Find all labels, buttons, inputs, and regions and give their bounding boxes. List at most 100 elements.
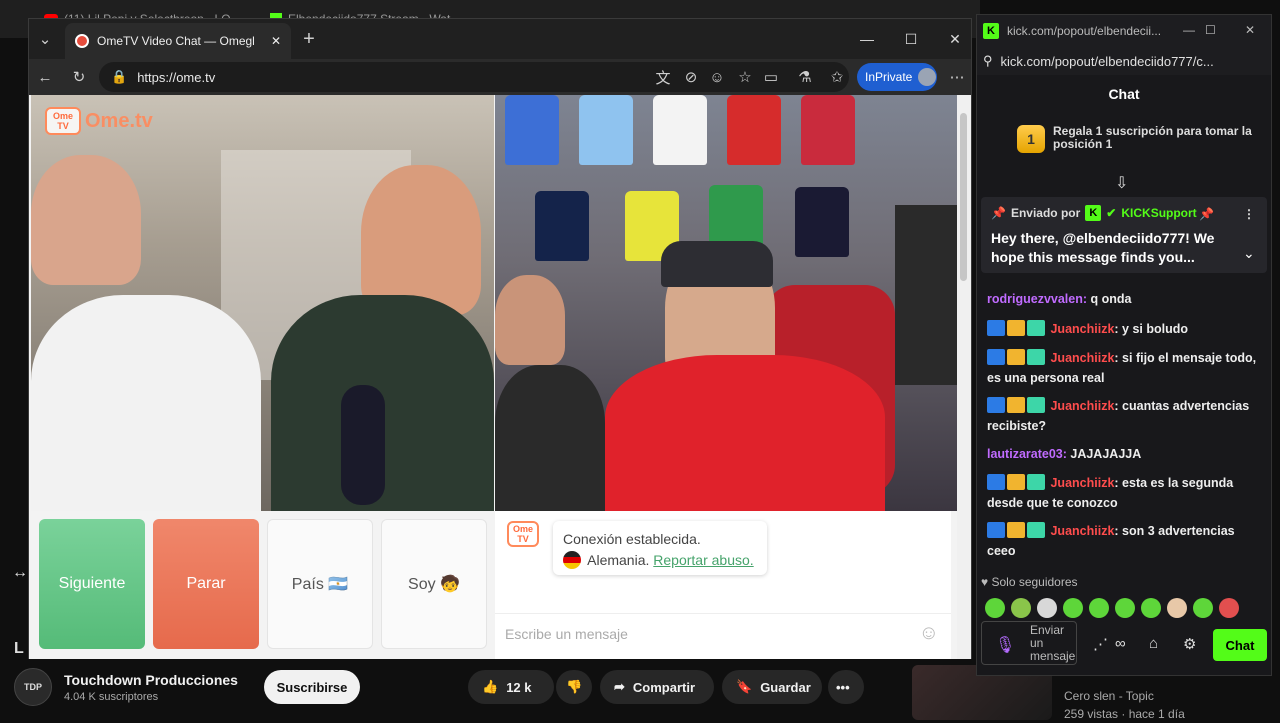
tab-ometv[interactable]: OmeTV Video Chat — Omegl ✕ xyxy=(65,23,291,59)
favorite-star-icon[interactable]: ☆ xyxy=(735,67,755,87)
kick-url-text[interactable]: kick.com/popout/elbendeciido777/c... xyxy=(1001,54,1214,69)
gift-text: Regala 1 suscripción para tomar la posic… xyxy=(1053,124,1252,151)
channel-name[interactable]: Touchdown Producciones xyxy=(64,672,238,688)
emote-icon[interactable] xyxy=(1219,598,1239,618)
status-connected: Conexión establecida. xyxy=(563,531,701,547)
chat-username[interactable]: Juanchiizk xyxy=(1050,524,1114,538)
kick-window-title: kick.com/popout/elbendecii... xyxy=(1007,24,1162,38)
close-window-button[interactable]: ✕ xyxy=(943,27,967,51)
share-button[interactable]: ➦ Compartir xyxy=(600,670,714,704)
save-button[interactable]: 🔖 Guardar xyxy=(722,670,822,704)
favorites-icon[interactable]: ✩ xyxy=(827,67,847,87)
collapse-chevron-icon[interactable]: ⇩ xyxy=(1115,173,1128,193)
chat-username[interactable]: lautizarate03: xyxy=(987,447,1067,461)
share-icon: ➦ xyxy=(614,679,625,694)
page-scrollbar[interactable] xyxy=(957,95,971,659)
extensions-icon[interactable]: ⚗ xyxy=(795,67,815,87)
dislike-button[interactable]: 👎 xyxy=(556,670,592,704)
pinned-message[interactable]: 📌 Enviado por K ✔ KICKSupport 📌 ⋮ Hey th… xyxy=(981,197,1267,273)
followers-only-notice: ♥ Solo seguidores xyxy=(981,575,1078,589)
minimize-button[interactable]: — xyxy=(1183,23,1195,37)
message-placeholder: Escribe un mensaje xyxy=(505,626,628,642)
chat-message: lautizarate03: JAJAJAJJA xyxy=(987,444,1257,464)
recommended-info: Cero slen - Topic 259 vistas · hace 1 dí… xyxy=(1064,687,1185,723)
inprivate-badge[interactable]: InPrivate xyxy=(857,63,937,91)
logo-badge: Ome TV xyxy=(45,107,81,135)
lock-icon: 🔒 xyxy=(111,69,128,84)
emote-icon[interactable] xyxy=(1011,598,1031,618)
tracking-prevention-icon[interactable]: ⊘ xyxy=(681,67,701,87)
scrollbar-thumb[interactable] xyxy=(960,113,967,281)
translate-icon[interactable]: 文 xyxy=(653,67,673,87)
channel-avatar[interactable]: TDP xyxy=(14,668,52,706)
store-icon[interactable]: ⌂ xyxy=(1149,635,1158,652)
person-front-cap xyxy=(661,241,773,287)
share-nodes-icon[interactable]: ⋰ xyxy=(1093,635,1108,653)
thumbs-down-icon: 👎 xyxy=(566,679,583,694)
minimize-button[interactable]: — xyxy=(855,27,879,51)
chat-username[interactable]: Juanchiizk xyxy=(1050,322,1114,336)
tab-actions-chevron-icon[interactable]: ⌄ xyxy=(35,29,55,49)
expand-chevron-icon[interactable]: ⌄ xyxy=(1243,245,1255,262)
more-actions-button[interactable]: ••• xyxy=(828,670,864,704)
channel-info: TDP Touchdown Producciones 4.04 K suscri… xyxy=(14,668,238,706)
chat-username[interactable]: Juanchiizk xyxy=(1050,351,1114,365)
person-front-shirt xyxy=(605,355,885,511)
stranger-camera-video xyxy=(495,95,957,511)
infinity-icon[interactable]: ∞ xyxy=(1115,635,1126,652)
emote-icon[interactable] xyxy=(1193,598,1213,618)
back-arrow-icon[interactable]: ← xyxy=(35,67,55,87)
refresh-icon[interactable]: ↻ xyxy=(69,67,89,87)
connection-status: Conexión establecida. Alemania. Reportar… xyxy=(553,521,767,575)
close-tab-icon[interactable]: ✕ xyxy=(271,34,281,48)
emote-icon[interactable] xyxy=(1089,598,1109,618)
unpin-icon[interactable]: 📌 xyxy=(1199,207,1214,221)
gift-sub-banner[interactable]: 1 Regala 1 suscripción para tomar la pos… xyxy=(1017,125,1257,153)
stove xyxy=(895,205,957,385)
settings-more-icon[interactable]: ⋯ xyxy=(947,67,967,87)
subscriber-badge-icon xyxy=(1027,349,1045,365)
maximize-button[interactable]: ☐ xyxy=(899,27,923,51)
pinned-user[interactable]: KICKSupport xyxy=(1121,206,1196,220)
moderator-badge-icon xyxy=(987,397,1005,413)
chat-username[interactable]: Juanchiizk xyxy=(1050,399,1114,413)
next-button[interactable]: Siguiente xyxy=(39,519,145,649)
emote-icon[interactable] xyxy=(1167,598,1187,618)
camera-icon[interactable]: ▭ xyxy=(761,67,781,87)
emote-icon[interactable] xyxy=(1063,598,1083,618)
emoji-icon[interactable]: ☺ xyxy=(707,67,727,87)
chat-message: Juanchiizk: son 3 advertencias ceeo xyxy=(987,521,1257,561)
emote-icon[interactable] xyxy=(1115,598,1135,618)
chat-username[interactable]: rodriguezvvalen: xyxy=(987,292,1087,306)
emote-icon[interactable] xyxy=(1141,598,1161,618)
report-abuse-link[interactable]: Reportar abuso. xyxy=(653,552,753,568)
gender-button[interactable]: Soy 🧒 xyxy=(381,519,487,649)
left-truncated-text: L xyxy=(14,640,24,657)
crown-badge-icon xyxy=(1007,320,1025,336)
emote-icon[interactable] xyxy=(1037,598,1057,618)
send-chat-button[interactable]: Chat xyxy=(1213,629,1267,661)
microphone xyxy=(341,385,385,505)
country-filter-button[interactable]: País 🇦🇷 xyxy=(267,519,373,649)
maximize-button[interactable]: ☐ xyxy=(1205,23,1216,37)
emoji-picker-icon[interactable]: ☺ xyxy=(919,622,939,645)
kick-badge-icon: K xyxy=(1085,205,1102,221)
subscribe-button[interactable]: Suscribirse xyxy=(264,670,360,704)
emote-icon[interactable] xyxy=(985,598,1005,618)
site-info-icon: ⚲ xyxy=(983,53,993,68)
person-left-shirt xyxy=(31,295,261,511)
like-button[interactable]: 👍 12 k xyxy=(468,670,554,704)
chat-username[interactable]: Juanchiizk xyxy=(1050,476,1114,490)
resize-cursor-icon: ↔ xyxy=(12,564,28,581)
kick-message-input[interactable]: Enviar un mensaje xyxy=(981,621,1077,665)
chat-message: Juanchiizk: cuantas advertencias recibis… xyxy=(987,396,1257,436)
more-options-icon[interactable]: ⋮ xyxy=(1243,207,1255,221)
url-text[interactable]: https://ome.tv xyxy=(137,70,215,85)
close-window-button[interactable]: ✕ xyxy=(1245,23,1255,37)
settings-gear-icon[interactable]: ⚙ xyxy=(1183,635,1196,653)
kick-address-bar[interactable]: ⚲ kick.com/popout/elbendeciido777/c... xyxy=(977,47,1271,75)
message-input[interactable]: Escribe un mensaje ☺ xyxy=(495,613,951,653)
new-tab-button[interactable]: + xyxy=(299,28,319,50)
person-right-head xyxy=(361,165,481,315)
stop-button[interactable]: Parar xyxy=(153,519,259,649)
